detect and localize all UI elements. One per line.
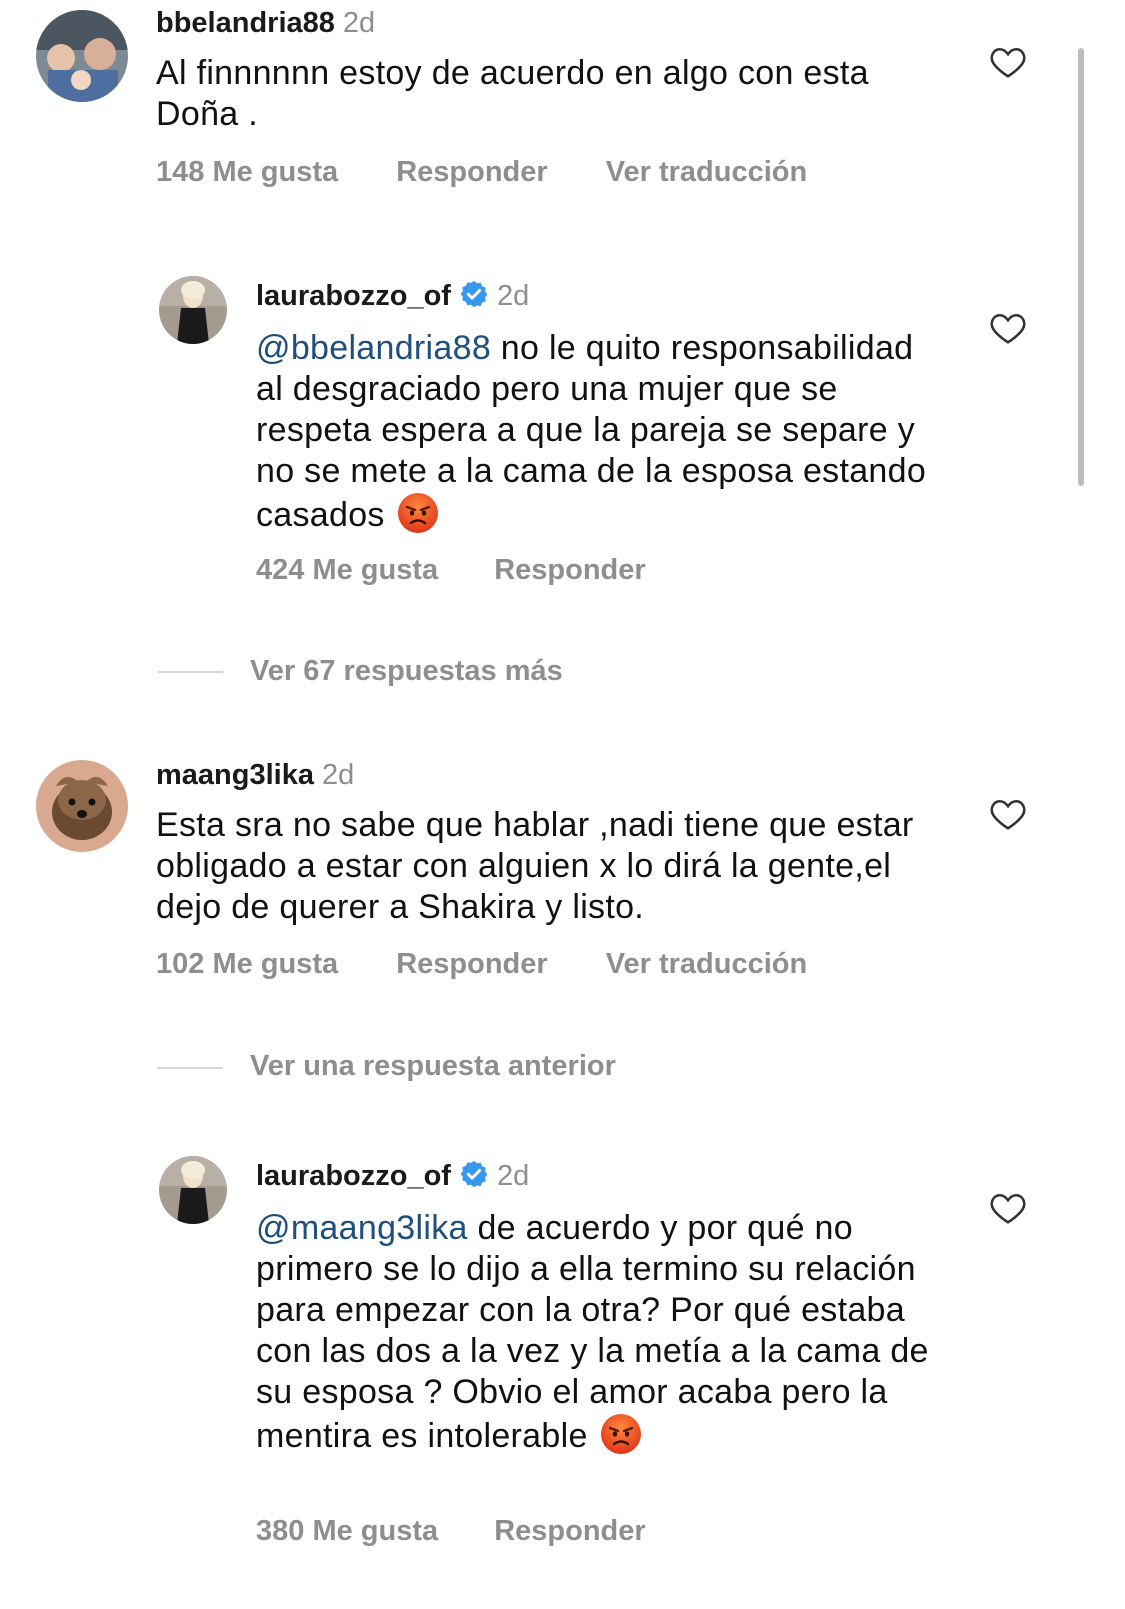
comment-actions: 380 Me gusta Responder xyxy=(256,1515,646,1548)
heart-outline-icon[interactable] xyxy=(990,1191,1026,1225)
heart-outline-icon[interactable] xyxy=(990,797,1026,831)
reply-button[interactable]: Responder xyxy=(494,1515,645,1548)
likes-count[interactable]: 148 Me gusta xyxy=(156,156,338,189)
username[interactable]: bbelandria88 xyxy=(156,7,335,39)
comment-body: Esta sra no sabe que hablar ,nadi tiene … xyxy=(156,806,914,926)
comment-actions: 148 Me gusta Responder Ver traducción xyxy=(156,156,807,189)
avatar-bbelandria88[interactable] xyxy=(36,10,128,102)
heart-outline-icon[interactable] xyxy=(990,45,1026,79)
angry-face-emoji xyxy=(397,492,439,544)
heart-outline-icon[interactable] xyxy=(990,311,1026,345)
more-replies-divider xyxy=(157,1067,223,1069)
timestamp: 2d xyxy=(321,759,355,791)
username[interactable]: laurabozzo_of xyxy=(256,1160,451,1192)
translate-button[interactable]: Ver traducción xyxy=(606,156,807,189)
timestamp: 2d xyxy=(496,1160,530,1192)
comment-meta: bbelandria88 2d xyxy=(156,7,375,40)
view-previous-reply-button[interactable]: Ver una respuesta anterior xyxy=(250,1050,616,1083)
translate-button[interactable]: Ver traducción xyxy=(606,948,807,981)
reply-button[interactable]: Responder xyxy=(396,948,547,981)
view-more-replies-button[interactable]: Ver 67 respuestas más xyxy=(250,655,563,688)
reply-button[interactable]: Responder xyxy=(396,156,547,189)
comment-text: @bbelandria88 no le quito responsabilida… xyxy=(256,328,946,544)
mention-link[interactable]: @maang3lika xyxy=(256,1209,468,1247)
timestamp: 2d xyxy=(496,280,530,312)
avatar-laurabozzo_of[interactable] xyxy=(159,276,227,344)
comment-meta: maang3lika 2d xyxy=(156,759,354,792)
username[interactable]: maang3lika xyxy=(156,759,314,791)
verified-badge-icon xyxy=(459,279,489,317)
reply-button[interactable]: Responder xyxy=(494,554,645,587)
username[interactable]: laurabozzo_of xyxy=(256,280,451,312)
comment-text: Al finnnnnn estoy de acuerdo en algo con… xyxy=(156,53,956,135)
comment-actions: 424 Me gusta Responder xyxy=(256,554,646,587)
comment-text: Esta sra no sabe que hablar ,nadi tiene … xyxy=(156,805,946,928)
likes-count[interactable]: 424 Me gusta xyxy=(256,554,438,587)
comment-actions: 102 Me gusta Responder Ver traducción xyxy=(156,948,807,981)
comment-text: @maang3lika de acuerdo y por qué no prim… xyxy=(256,1208,946,1465)
comment-meta: laurabozzo_of 2d xyxy=(256,1159,529,1197)
likes-count[interactable]: 102 Me gusta xyxy=(156,948,338,981)
timestamp: 2d xyxy=(342,7,376,39)
verified-badge-icon xyxy=(459,1159,489,1197)
comment-meta: laurabozzo_of 2d xyxy=(256,279,529,317)
avatar-maang3lika[interactable] xyxy=(36,760,128,852)
more-replies-divider xyxy=(157,671,223,673)
avatar-laurabozzo_of[interactable] xyxy=(159,1156,227,1224)
angry-face-emoji xyxy=(600,1413,642,1465)
scrollbar[interactable] xyxy=(1078,48,1084,486)
likes-count[interactable]: 380 Me gusta xyxy=(256,1515,438,1548)
comment-body: Al finnnnnn estoy de acuerdo en algo con… xyxy=(156,54,869,133)
mention-link[interactable]: @bbelandria88 xyxy=(256,329,491,367)
